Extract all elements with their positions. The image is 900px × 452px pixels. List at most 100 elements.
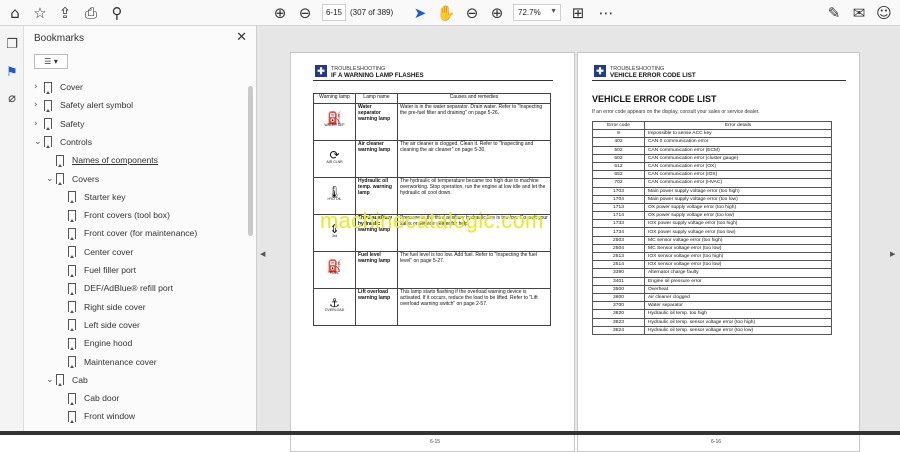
- star-icon[interactable]: ☆: [30, 3, 50, 23]
- account-icon[interactable]: ☺: [874, 3, 894, 23]
- chevron-down-icon[interactable]: ⌄: [46, 174, 56, 184]
- bookmark-item[interactable]: Engine hood: [58, 335, 132, 351]
- page-heading: IF A WARNING LAMP FLASHES: [331, 72, 424, 79]
- bookmark-item[interactable]: Center cover: [58, 244, 133, 260]
- error-detail: Hydraulic oil temp. sensor voltage error…: [644, 325, 832, 335]
- bookmark-item[interactable]: Names of components: [46, 152, 158, 168]
- bookmark-item[interactable]: Front covers (tool box): [58, 207, 170, 223]
- error-detail: Main power supply voltage error (too hig…: [644, 186, 832, 196]
- lamp-cell: ⛽ WATER SEP: [313, 103, 356, 141]
- attachment-icon[interactable]: ⌀: [4, 90, 20, 106]
- print-icon[interactable]: ⎙: [81, 3, 101, 23]
- brand-logo: ✚: [594, 65, 606, 77]
- bookmark-item[interactable]: ⌄ Covers: [46, 171, 99, 187]
- error-detail: Hydraulic oil temp. sensor voltage error…: [644, 317, 832, 327]
- bookmark-item[interactable]: Front window: [58, 408, 135, 424]
- table-row: 1703 Main power supply voltage error (too…: [592, 186, 832, 196]
- toolbar-more-icon[interactable]: ⋯: [596, 3, 616, 23]
- table-row: 1714 OX power supply voltage error (too l…: [592, 211, 832, 221]
- chevron-right-icon[interactable]: ›: [34, 119, 44, 129]
- bookmark-flag-icon: [68, 264, 76, 277]
- bookmark-item[interactable]: Left side cover: [58, 317, 140, 333]
- column-header: Warning lamp: [313, 93, 356, 104]
- bookmark-item[interactable]: › Cover: [34, 79, 83, 95]
- table-row: 2504 MC Sensor voltage error (too low): [592, 243, 832, 254]
- page-down-icon[interactable]: ⊖: [295, 3, 315, 23]
- error-code: 2513: [592, 251, 645, 262]
- pages-icon[interactable]: ❐: [4, 36, 20, 52]
- zoom-icon[interactable]: ⚲: [107, 3, 127, 23]
- bookmark-item[interactable]: › Safety alert symbol: [34, 97, 133, 113]
- lamp-name: Water separator warning lamp: [355, 103, 398, 141]
- close-icon[interactable]: ✕: [236, 30, 247, 45]
- bookmark-item[interactable]: ⌄ Controls: [34, 134, 92, 150]
- lamp-remedy: The air cleaner is clogged. Clean it. Re…: [397, 140, 551, 178]
- left-rail: ❐ ⚑ ⌀: [0, 26, 24, 435]
- lamp-cell: ⟳ AIR CLNR: [313, 140, 356, 178]
- bookmark-options-button[interactable]: ☰ ▾: [34, 54, 68, 69]
- hand-icon[interactable]: ✋: [436, 3, 456, 23]
- error-code: 3600: [592, 292, 645, 303]
- table-row: ⟳ AIR CLNR Air cleaner warning lamp The air…: [313, 140, 551, 178]
- bookmark-item[interactable]: › Safety: [34, 116, 84, 132]
- page-number-input[interactable]: 6-15: [322, 4, 346, 21]
- brand-logo: ✚: [315, 65, 327, 77]
- lamp-name: Lift overload warning lamp: [355, 288, 398, 326]
- mail-icon[interactable]: ✉: [849, 3, 869, 23]
- error-detail: MC sensor voltage error (too high): [644, 235, 832, 245]
- table-row: ⚓ OVERLOAD Lift overload warning lamp This …: [313, 288, 551, 326]
- bookmark-label: Starter key: [84, 191, 126, 202]
- bookmark-item[interactable]: Fuel filler port: [58, 262, 136, 278]
- zoom-select[interactable]: 72.7% ▼: [513, 4, 561, 21]
- bookmark-item[interactable]: Right side cover: [58, 299, 146, 315]
- lamp-cell: ⚓ OVERLOAD: [313, 288, 356, 326]
- error-detail: CAN communication error (cluster gauge): [644, 153, 832, 163]
- chevron-right-icon[interactable]: ›: [34, 82, 44, 92]
- error-code: 402: [592, 137, 645, 147]
- pen-sign-icon[interactable]: ✎: [824, 3, 844, 23]
- lamp-caption: AIR CLNR: [326, 159, 343, 164]
- bookmark-item[interactable]: Maintenance cover: [58, 354, 157, 370]
- error-code: 1714: [592, 211, 645, 221]
- bookmark-item[interactable]: Front cover (for maintenance): [58, 225, 197, 241]
- zoom-in-icon[interactable]: ⊕: [487, 3, 507, 23]
- bookmark-flag-icon: [68, 227, 76, 240]
- bookmark-label: Cover: [60, 82, 83, 92]
- error-detail: Impossible to sense ACC key: [644, 129, 832, 139]
- table-row: 652 CAN communication error (IOX): [592, 170, 832, 180]
- error-code: 2514: [592, 260, 645, 270]
- bookmark-flag-icon: [68, 356, 76, 368]
- chevron-right-icon[interactable]: ›: [34, 100, 44, 110]
- bookmark-icon[interactable]: ⚑: [4, 64, 20, 80]
- error-detail: Hydraulic oil temp. too high: [644, 309, 832, 319]
- table-row: 3820 Hydraulic oil temp. too high: [592, 309, 832, 319]
- bookmark-item[interactable]: Cab door: [58, 390, 119, 406]
- air-cleaner-lamp-icon: ⟳: [329, 147, 340, 162]
- divider: [592, 80, 846, 81]
- upload-icon[interactable]: ⇪: [55, 3, 75, 23]
- error-list-intro: If an error code appears on the display,…: [592, 109, 760, 115]
- table-row: 2513 IOX sensor voltage error (too high): [592, 251, 832, 262]
- bookmark-item[interactable]: ⌄ Cab: [46, 372, 88, 388]
- table-row: 1733 IOX power supply voltage error (too …: [592, 219, 832, 229]
- error-code: 2504: [592, 243, 645, 254]
- previous-page-icon[interactable]: ◀: [260, 250, 265, 258]
- table-row: 3390 Alternator charge faulty: [592, 268, 832, 278]
- next-page-icon[interactable]: ▶: [890, 250, 895, 258]
- fit-icon[interactable]: ⊞: [568, 3, 588, 23]
- scrollbar[interactable]: [248, 86, 253, 236]
- error-detail: CAN communication error (IOX): [644, 170, 832, 180]
- chevron-down-icon[interactable]: ⌄: [34, 137, 44, 147]
- bookmark-item[interactable]: DEF/AdBlue® refill port: [58, 280, 173, 296]
- zoom-out-icon[interactable]: ⊖: [462, 3, 482, 23]
- error-detail: IOX power supply voltage error (too high…: [644, 219, 832, 229]
- bookmark-label: Fuel filler port: [84, 265, 137, 275]
- bookmark-item[interactable]: Starter key: [58, 189, 126, 205]
- home-icon[interactable]: ⌂: [5, 3, 25, 23]
- error-code: 1713: [592, 202, 645, 213]
- page-up-icon[interactable]: ⊕: [270, 3, 290, 23]
- chevron-down-icon[interactable]: ⌄: [46, 375, 56, 385]
- bookmark-label: Safety: [60, 118, 85, 129]
- page-total: (307 of 389): [350, 8, 394, 17]
- pointer-icon[interactable]: ➤: [410, 3, 430, 23]
